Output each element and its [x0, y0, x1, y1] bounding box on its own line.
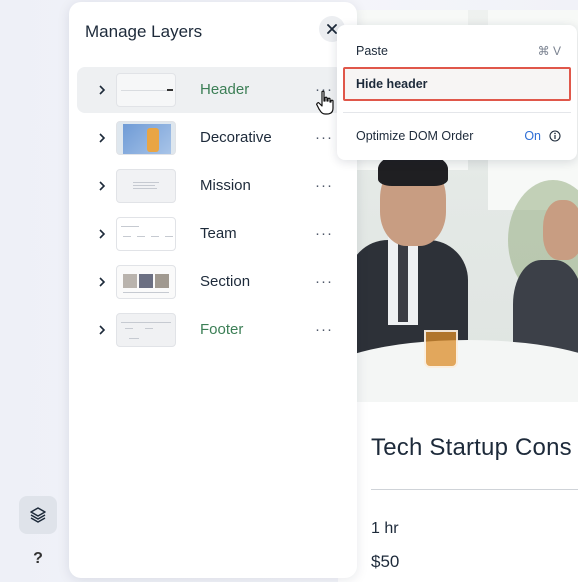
panel-title: Manage Layers — [85, 22, 203, 41]
layer-row-footer[interactable]: Footer ··· — [77, 307, 343, 353]
layers-button[interactable] — [19, 496, 57, 534]
help-icon: ? — [33, 550, 43, 567]
layer-label: Decorative — [200, 129, 272, 146]
layer-thumbnail — [116, 73, 176, 107]
layers-icon — [30, 507, 46, 523]
manage-layers-panel: Manage Layers Header ··· Decorative ··· — [69, 2, 357, 578]
close-icon — [327, 24, 337, 34]
layer-label: Header — [200, 81, 250, 98]
layer-thumbnail — [116, 265, 176, 299]
more-options-icon[interactable]: ··· — [315, 319, 333, 339]
menu-divider — [343, 112, 571, 113]
service-duration: 1 hr — [371, 520, 399, 537]
chevron-right-icon[interactable] — [95, 322, 109, 338]
chevron-right-icon[interactable] — [95, 82, 109, 98]
info-icon[interactable] — [549, 130, 561, 142]
menu-item-optimize-dom-order[interactable]: Optimize DOM Order On — [343, 119, 571, 153]
layer-row-mission[interactable]: Mission ··· — [77, 163, 343, 209]
keyboard-shortcut: ⌘ V — [537, 44, 561, 58]
menu-item-paste[interactable]: Paste ⌘ V — [343, 34, 571, 68]
menu-item-hide-header[interactable]: Hide header — [343, 67, 571, 101]
layer-thumbnail — [116, 121, 176, 155]
layer-row-team[interactable]: Team ··· — [77, 211, 343, 257]
left-rail: ? — [0, 0, 70, 582]
more-options-icon[interactable]: ··· — [315, 175, 333, 195]
chevron-right-icon[interactable] — [95, 178, 109, 194]
layer-thumbnail — [116, 217, 176, 251]
optimize-status[interactable]: On — [524, 129, 541, 143]
layer-thumbnail — [116, 169, 176, 203]
service-title: Tech Startup Cons — [371, 434, 572, 461]
layer-row-decorative[interactable]: Decorative ··· — [77, 115, 343, 161]
layer-row-section[interactable]: Section ··· — [77, 259, 343, 305]
layer-label: Footer — [200, 321, 244, 338]
service-price: $50 — [371, 552, 400, 571]
help-button[interactable]: ? — [19, 540, 57, 578]
menu-item-label: Optimize DOM Order — [356, 129, 474, 143]
chevron-right-icon[interactable] — [95, 226, 109, 242]
menu-item-label: Paste — [356, 44, 388, 58]
layer-thumbnail — [116, 313, 176, 347]
more-options-icon[interactable]: ··· — [315, 223, 333, 243]
chevron-right-icon[interactable] — [95, 274, 109, 290]
menu-item-label: Hide header — [356, 77, 428, 91]
chevron-right-icon[interactable] — [95, 130, 109, 146]
hand-cursor-icon — [316, 90, 334, 115]
layer-label: Section — [200, 273, 251, 290]
divider — [371, 489, 578, 490]
layer-label: Mission — [200, 177, 251, 194]
layer-label: Team — [200, 225, 237, 242]
layer-context-menu: Paste ⌘ V Hide header Optimize DOM Order… — [337, 25, 577, 160]
more-options-icon[interactable]: ··· — [315, 271, 333, 291]
more-options-icon[interactable]: ··· — [315, 127, 333, 147]
layer-row-header[interactable]: Header ··· — [77, 67, 343, 113]
